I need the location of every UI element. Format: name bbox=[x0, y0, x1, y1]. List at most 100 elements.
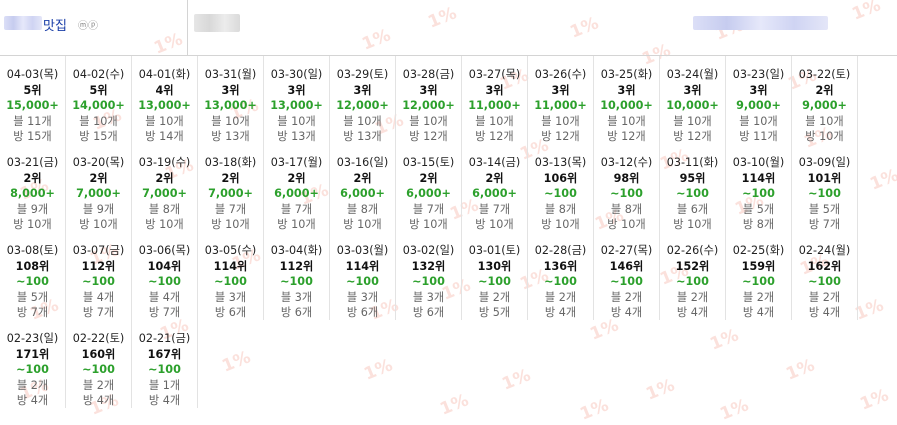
day-cell: 02-27(목) 146위 ~100 블 2개 방 4개 bbox=[594, 232, 660, 320]
day-cell: 03-19(수) 2위 7,000+ 블 8개 방 10개 bbox=[132, 144, 198, 232]
day-delta: 13,000+ bbox=[204, 99, 257, 112]
day-blog: 블 4개 bbox=[82, 290, 115, 304]
day-cell: 04-02(수) 5위 14,000+ 블 10개방 15개 bbox=[66, 56, 132, 144]
day-blog: 블 10개 bbox=[79, 114, 118, 128]
day-delta: 8,000+ bbox=[10, 187, 55, 200]
day-bang: 방 10개 bbox=[673, 218, 712, 231]
day-rank: 3위 bbox=[551, 83, 570, 97]
day-cell: 03-11(화) 95위 ~100 블 6개 방 10개 bbox=[660, 144, 726, 232]
day-rank: 101위 bbox=[807, 171, 842, 185]
day-date: 03-22(토) bbox=[798, 68, 851, 81]
day-date: 02-24(월) bbox=[798, 244, 851, 257]
day-rank: 171위 bbox=[15, 347, 50, 361]
day-cell: 03-06(목) 104위 ~100 블 4개 방 7개 bbox=[132, 232, 198, 320]
day-date: 04-02(수) bbox=[72, 68, 125, 81]
day-cell: 03-23(일) 3위 9,000+ 블 10개 방 11개 bbox=[726, 56, 792, 144]
day-date: 03-04(화) bbox=[270, 244, 323, 257]
day-bang: 방 10개 bbox=[211, 218, 250, 231]
day-rank: 106위 bbox=[543, 171, 578, 185]
day-blog: 블 3개 bbox=[280, 290, 313, 304]
day-date: 02-25(화) bbox=[732, 244, 785, 257]
day-cell: 03-28(금) 3위 12,000+ 블 10개 방 12개 bbox=[396, 56, 462, 144]
day-bang: 방 8개 bbox=[742, 218, 775, 231]
day-cell: 03-08(토) 108위 ~100 블 5개 방 7개 bbox=[0, 232, 66, 320]
day-cell: 03-17(월) 2위 6,000+ 블 7개 방 10개 bbox=[264, 144, 330, 232]
keyword-title[interactable]: 맛집 bbox=[43, 15, 67, 34]
day-bang: 방 10개 bbox=[79, 218, 118, 231]
day-bang: 방 10개 bbox=[607, 218, 646, 231]
day-cell: 04-03(목) 5위 15,000+ 블 11개 방 15개 bbox=[0, 56, 66, 144]
day-blog: 블 3개 bbox=[214, 290, 247, 304]
day-date: 03-18(화) bbox=[204, 156, 257, 169]
day-date: 03-14(금) bbox=[468, 156, 521, 169]
day-date: 02-21(금) bbox=[138, 332, 191, 345]
day-cell: 02-21(금) 167위 ~100 블 1개 방 4개 bbox=[132, 320, 198, 408]
day-cell: 02-23(일) 171위 ~100 블 2개 방 4개 bbox=[0, 320, 66, 408]
day-bang: 방 7개 bbox=[808, 218, 841, 231]
day-rank: 132위 bbox=[411, 259, 446, 273]
redacted-info bbox=[194, 14, 240, 32]
day-date: 02-26(수) bbox=[666, 244, 719, 257]
day-delta: 11,000+ bbox=[534, 99, 587, 112]
day-date: 03-09(일) bbox=[798, 156, 851, 169]
day-date: 03-06(목) bbox=[138, 244, 191, 257]
day-date: 03-11(화) bbox=[666, 156, 719, 169]
day-cell: 03-27(목) 3위 11,000+ 블 10개 방 12개 bbox=[462, 56, 528, 144]
day-date: 03-01(토) bbox=[468, 244, 521, 257]
day-rank: 130위 bbox=[477, 259, 512, 273]
day-blog: 블 10개 bbox=[805, 114, 844, 128]
day-blog: 블 10개 bbox=[739, 114, 778, 128]
day-blog: 블 3개 bbox=[412, 290, 445, 304]
day-delta: 6,000+ bbox=[340, 187, 385, 200]
day-date: 02-27(목) bbox=[600, 244, 653, 257]
day-delta: 10,000+ bbox=[600, 99, 653, 112]
day-delta: 6,000+ bbox=[406, 187, 451, 200]
keyword-cell[interactable]: 맛집 ⓜⓟ bbox=[0, 0, 188, 55]
day-delta: ~100 bbox=[544, 275, 577, 288]
day-bang: 방 14개 bbox=[145, 130, 184, 143]
day-bang: 방 5개 bbox=[478, 306, 511, 319]
day-delta: ~100 bbox=[280, 275, 313, 288]
day-blog: 블 8개 bbox=[544, 202, 577, 216]
day-delta: ~100 bbox=[478, 275, 511, 288]
day-blog: 블 10개 bbox=[145, 114, 184, 128]
day-date: 03-27(목) bbox=[468, 68, 521, 81]
day-delta: 7,000+ bbox=[142, 187, 187, 200]
day-delta: 7,000+ bbox=[76, 187, 121, 200]
day-date: 03-07(금) bbox=[72, 244, 125, 257]
day-delta: ~100 bbox=[82, 275, 115, 288]
day-bang: 방 10개 bbox=[343, 218, 382, 231]
day-rank: 114위 bbox=[741, 171, 776, 185]
day-bang: 방 6개 bbox=[346, 306, 379, 319]
day-delta: 11,000+ bbox=[468, 99, 521, 112]
day-bang: 방 6개 bbox=[280, 306, 313, 319]
day-delta: 7,000+ bbox=[208, 187, 253, 200]
day-date: 03-02(일) bbox=[402, 244, 455, 257]
day-rank: 2위 bbox=[353, 171, 372, 185]
day-rank: 2위 bbox=[287, 171, 306, 185]
day-delta: ~100 bbox=[742, 275, 775, 288]
day-date: 04-01(화) bbox=[138, 68, 191, 81]
day-cell: 03-03(월) 114위 ~100 블 3개 방 6개 bbox=[330, 232, 396, 320]
day-bang: 방 15개 bbox=[79, 130, 118, 143]
day-cell: 03-20(목) 2위 7,000+ 블 9개 방 10개 bbox=[66, 144, 132, 232]
day-delta: ~100 bbox=[412, 275, 445, 288]
day-bang: 방 4개 bbox=[82, 394, 115, 407]
day-cell: 03-14(금) 2위 6,000+ 블 7개 방 10개 bbox=[462, 144, 528, 232]
day-cell: 03-18(화) 2위 7,000+ 블 7개 방 10개 bbox=[198, 144, 264, 232]
day-cell: 03-21(금) 2위 8,000+ 블 9개 방 10개 bbox=[0, 144, 66, 232]
day-bang: 방 12개 bbox=[607, 130, 646, 143]
day-rank: 152위 bbox=[675, 259, 710, 273]
day-delta: ~100 bbox=[742, 187, 775, 200]
day-blog: 블 3개 bbox=[346, 290, 379, 304]
day-delta: 9,000+ bbox=[802, 99, 847, 112]
day-delta: 6,000+ bbox=[274, 187, 319, 200]
day-bang: 방 4개 bbox=[148, 394, 181, 407]
day-rank: 5위 bbox=[89, 83, 108, 97]
day-blog: 블 2개 bbox=[742, 290, 775, 304]
day-bang: 방 6개 bbox=[412, 306, 445, 319]
day-delta: 14,000+ bbox=[72, 99, 125, 112]
rank-history-grid: 04-03(목) 5위 15,000+ 블 11개 방 15개 04-02(수) 5위 14,… bbox=[0, 56, 897, 408]
day-blog: 블 10개 bbox=[475, 114, 514, 128]
day-blog: 블 2개 bbox=[676, 290, 709, 304]
